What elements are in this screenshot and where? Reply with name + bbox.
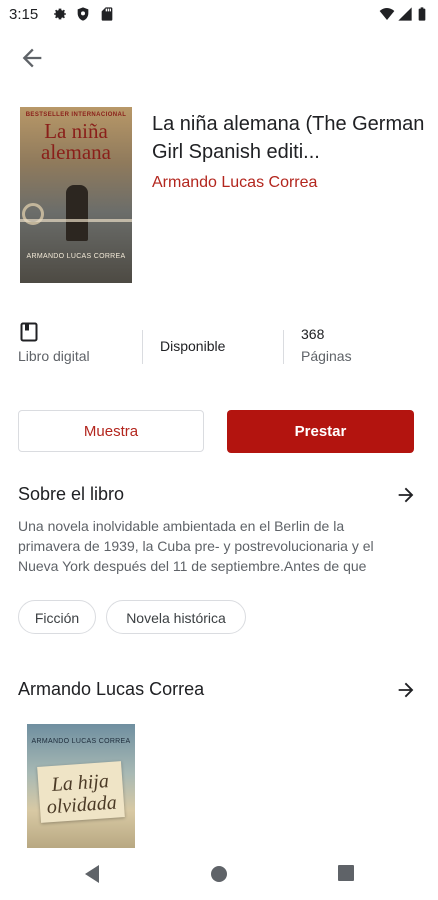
cover-author: ARMANDO LUCAS CORREA: [26, 253, 126, 260]
meta-availability: Disponible: [160, 338, 225, 354]
meta-divider: [283, 330, 284, 364]
pages-label: Páginas: [301, 348, 352, 364]
nav-back-icon[interactable]: [83, 864, 101, 884]
book-author-link[interactable]: Armando Lucas Correa: [152, 174, 317, 192]
cover-top-text: BESTSELLER INTERNACIONAL: [25, 112, 127, 118]
cover-title: La niña alemana: [41, 119, 111, 164]
book-cover[interactable]: BESTSELLER INTERNACIONAL La niña alemana…: [20, 107, 132, 283]
arrow-forward-icon[interactable]: [395, 484, 417, 506]
related-book-author: ARMANDO LUCAS CORREA: [31, 738, 131, 745]
cover-figure: [66, 185, 88, 241]
genre-chip-fiction[interactable]: Ficción: [18, 600, 96, 634]
availability-value: Disponible: [160, 338, 226, 354]
ebook-icon: [20, 322, 38, 342]
related-book-cover[interactable]: ARMANDO LUCAS CORREA La hija olvidada: [27, 724, 135, 848]
meta-format: Libro digital: [18, 322, 90, 364]
about-description: Una novela inolvidable ambientada en el …: [18, 518, 374, 574]
battery-icon: [418, 7, 426, 21]
status-time: 3:15: [9, 6, 39, 23]
wifi-icon: [379, 8, 395, 20]
shield-icon: [77, 7, 89, 21]
nav-recents-icon[interactable]: [337, 864, 355, 882]
sample-button[interactable]: Muestra: [18, 410, 204, 452]
signal-icon: [398, 7, 412, 21]
settings-icon: [54, 8, 66, 20]
nav-home-icon[interactable]: [209, 864, 229, 884]
sd-card-icon: [101, 7, 113, 21]
about-section-title[interactable]: Sobre el libro: [18, 484, 124, 505]
related-book-title: La hija olvidada: [46, 770, 118, 819]
book-title: La niña alemana (The German Girl Spanish…: [152, 113, 425, 163]
arrow-forward-icon[interactable]: [395, 679, 417, 701]
pages-value: 368: [301, 326, 325, 342]
borrow-button[interactable]: Prestar: [227, 410, 414, 453]
cover-rail: [20, 219, 132, 222]
format-label: Libro digital: [18, 348, 90, 364]
meta-pages: 368 Páginas: [301, 326, 352, 364]
genre-chip-historical[interactable]: Novela histórica: [106, 600, 246, 634]
status-bar: 3:15: [0, 0, 438, 30]
author-section-title[interactable]: Armando Lucas Correa: [18, 679, 204, 700]
back-arrow-icon[interactable]: [18, 44, 46, 72]
meta-divider: [142, 330, 143, 364]
